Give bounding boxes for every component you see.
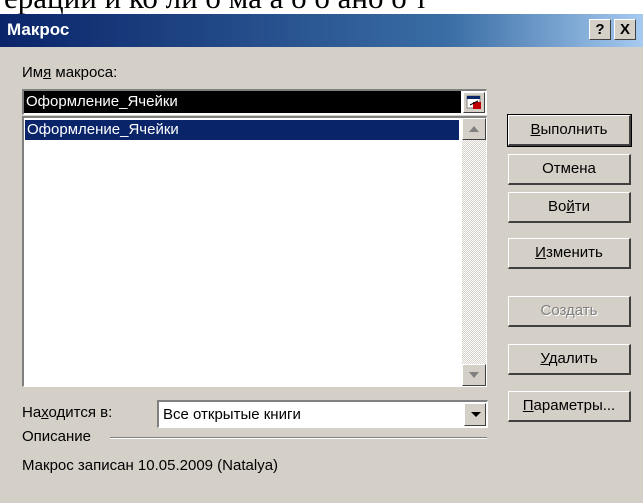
vertical-scrollbar[interactable] xyxy=(462,118,486,386)
scroll-up-button[interactable] xyxy=(462,118,486,140)
cancel-button[interactable]: Отмена xyxy=(508,154,631,185)
title-bar: Макрос ? X xyxy=(0,14,643,47)
dialog-title: Макрос xyxy=(7,20,70,39)
scroll-down-button[interactable] xyxy=(462,364,486,386)
triangle-up-icon xyxy=(469,126,479,132)
description-label: Описание xyxy=(22,428,92,445)
location-value: Все открытые книги xyxy=(163,406,301,423)
location-select[interactable]: Все открытые книги xyxy=(157,400,488,428)
create-button[interactable]: Создать xyxy=(508,296,631,327)
close-button[interactable]: X xyxy=(614,19,636,40)
chevron-down-icon xyxy=(471,412,481,417)
collapse-dialog-button[interactable] xyxy=(463,92,485,113)
macro-listbox[interactable]: Оформление_Ячейки xyxy=(22,116,487,387)
macro-dialog: Макрос ? X Имя макроса: Оформление_Ячейк… xyxy=(0,14,643,503)
range-select-icon xyxy=(466,95,481,109)
edit-button[interactable]: Изменить xyxy=(508,238,631,269)
run-button[interactable]: Выполнить xyxy=(507,114,632,147)
delete-button[interactable]: Удалить xyxy=(508,344,631,375)
location-label: Находится в: xyxy=(22,404,113,421)
macro-name-label: Имя макроса: xyxy=(22,64,118,81)
help-button[interactable]: ? xyxy=(589,19,611,40)
macro-name-input[interactable]: Оформление_Ячейки xyxy=(22,89,487,115)
options-button[interactable]: Параметры... xyxy=(508,391,631,422)
triangle-down-icon xyxy=(469,372,479,378)
location-dropdown-button[interactable] xyxy=(464,403,486,426)
description-text: Макрос записан 10.05.2009 (Natalya) xyxy=(22,457,279,474)
list-item[interactable]: Оформление_Ячейки xyxy=(25,120,459,140)
description-divider xyxy=(110,437,487,439)
step-into-button[interactable]: Войти xyxy=(508,192,631,223)
macro-name-value: Оформление_Ячейки xyxy=(24,91,461,113)
